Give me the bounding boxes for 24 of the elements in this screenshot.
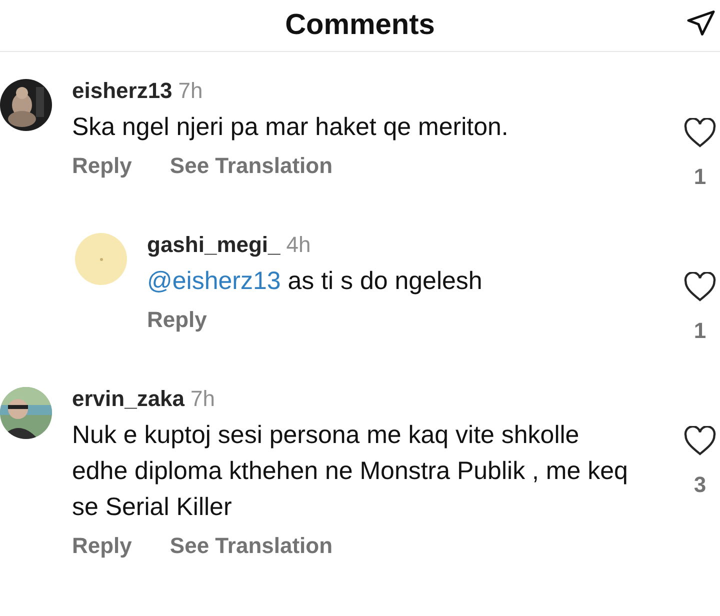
- see-translation-button[interactable]: See Translation: [170, 535, 333, 557]
- send-icon[interactable]: [686, 8, 716, 38]
- username[interactable]: ervin_zaka: [72, 382, 185, 415]
- avatar: [75, 233, 127, 285]
- comment-time: 7h: [178, 77, 203, 105]
- reply-button[interactable]: Reply: [72, 535, 132, 557]
- comment-time: 7h: [190, 385, 216, 413]
- comment-time: 4h: [286, 231, 311, 259]
- reply-button[interactable]: Reply: [72, 155, 132, 177]
- heart-icon[interactable]: [683, 272, 717, 302]
- like-count: 1: [694, 166, 706, 188]
- mention-link[interactable]: @eisherz13: [147, 267, 281, 295]
- comment-text: Nuk e kuptoj sesi persona me kaq vite shkolle edhe diploma kthehen ne Monstra Publik , me keq se Serial Killer: [72, 420, 629, 523]
- like-count: 1: [694, 320, 706, 342]
- username[interactable]: gashi_megi_: [147, 228, 280, 261]
- reply-button[interactable]: Reply: [147, 309, 207, 331]
- heart-icon[interactable]: [683, 426, 717, 456]
- username[interactable]: eisherz13: [72, 74, 172, 107]
- comment-text: @eisherz13 as ti s do ngelesh: [147, 266, 484, 297]
- heart-icon[interactable]: [683, 118, 717, 148]
- comment-text: Ska ngel njeri pa mar haket qe meriton.: [72, 112, 510, 143]
- page-title: Comments: [285, 8, 435, 43]
- see-translation-button[interactable]: See Translation: [170, 155, 333, 177]
- like-count: 3: [694, 474, 706, 496]
